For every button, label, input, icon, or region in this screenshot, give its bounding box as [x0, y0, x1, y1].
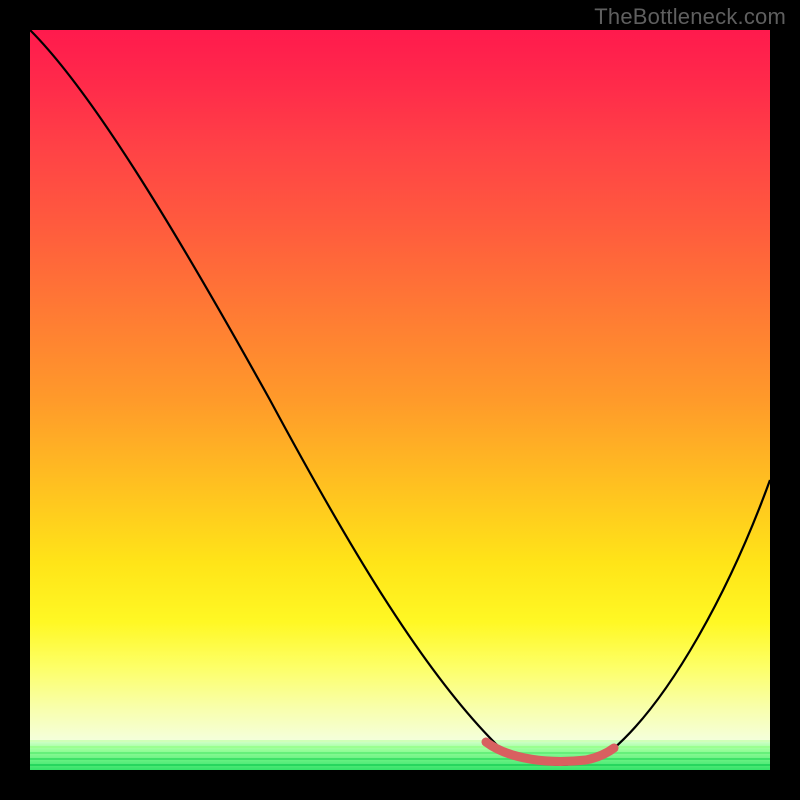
curve-layer [30, 30, 770, 770]
highlight-segment [486, 742, 614, 761]
plot-area [30, 30, 770, 770]
chart-frame: TheBottleneck.com [0, 0, 800, 800]
bottleneck-curve [30, 30, 770, 765]
watermark-text: TheBottleneck.com [594, 4, 786, 30]
